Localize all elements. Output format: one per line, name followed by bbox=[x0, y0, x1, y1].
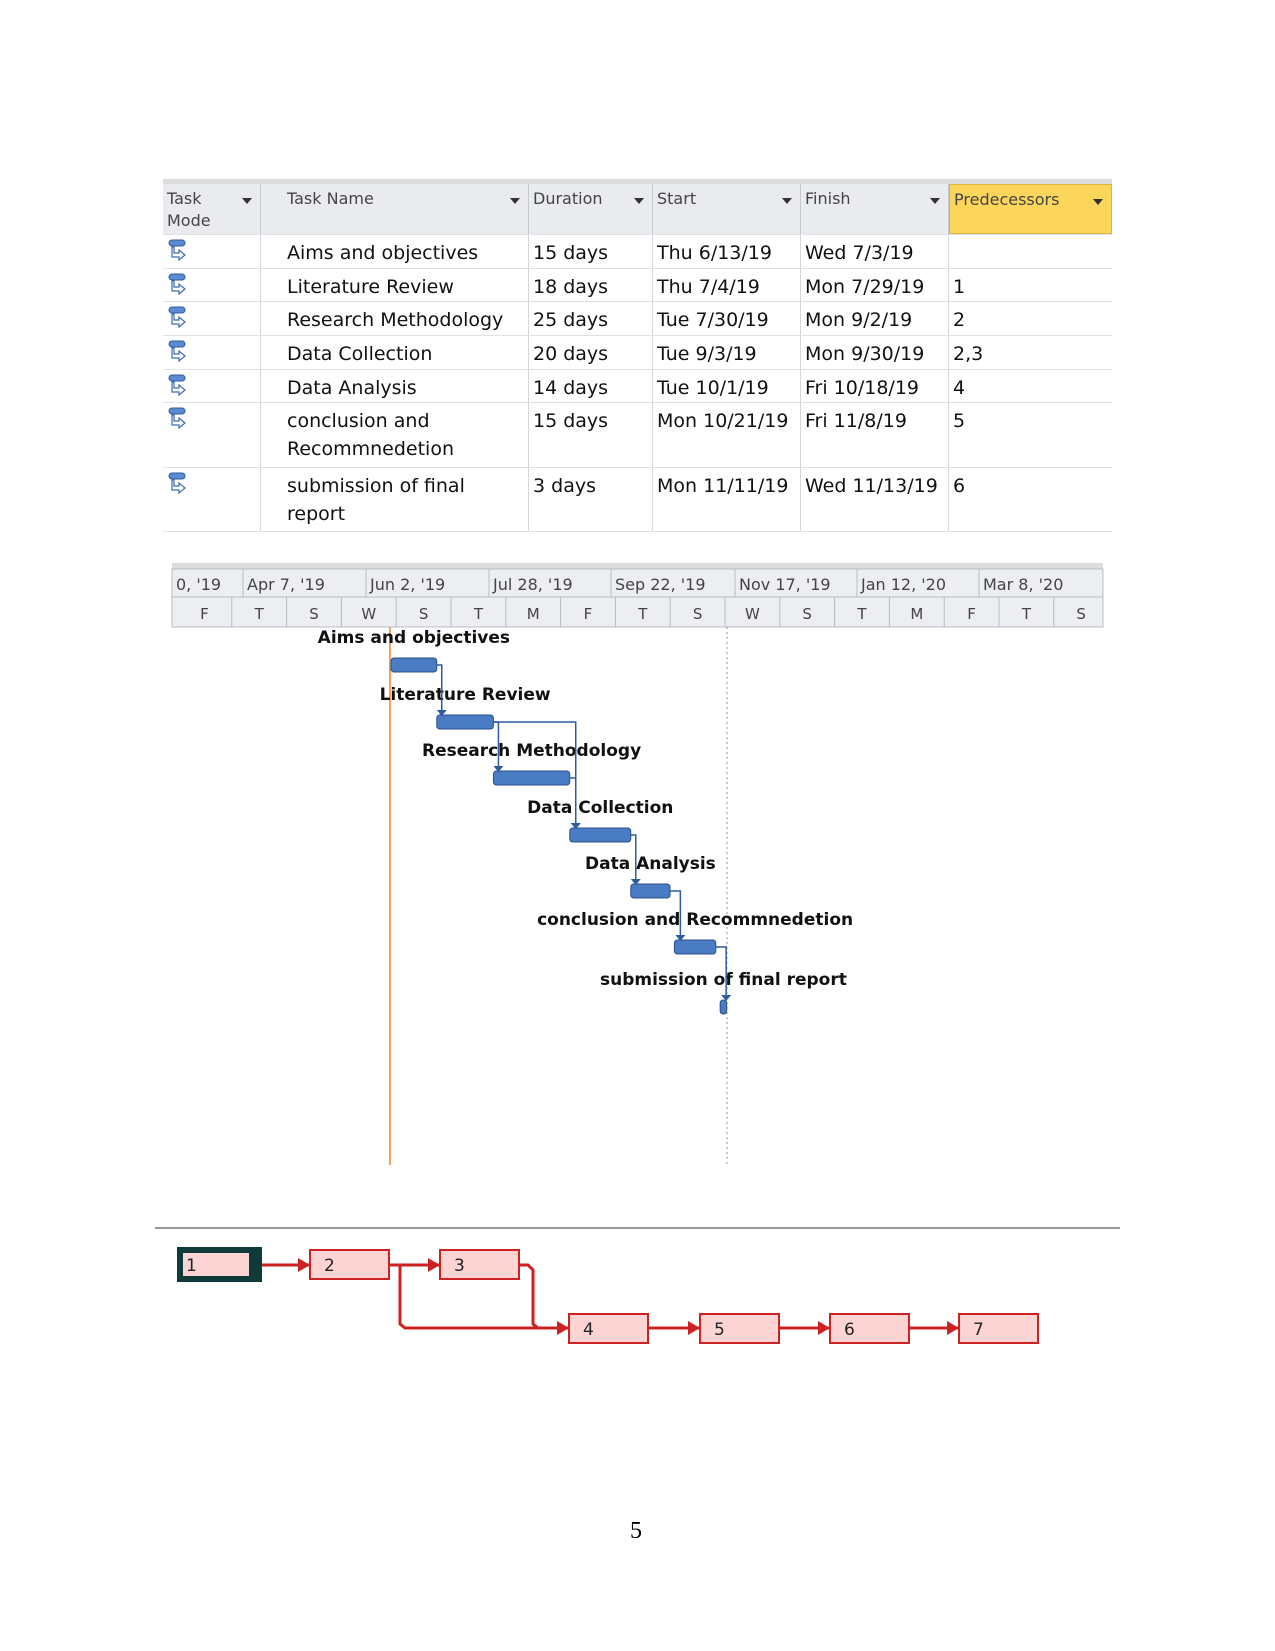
selected-node-handle bbox=[249, 1250, 259, 1279]
page-number: 5 bbox=[630, 1518, 642, 1544]
arrow-icon bbox=[298, 1258, 310, 1272]
arrow-icon bbox=[818, 1321, 830, 1335]
document-page: Task Mode Task Name Duration Start Finis… bbox=[0, 0, 1275, 1651]
network-node[interactable] bbox=[568, 1313, 649, 1344]
network-link bbox=[519, 1263, 569, 1330]
network-node[interactable] bbox=[699, 1313, 780, 1344]
network-node[interactable] bbox=[958, 1313, 1039, 1344]
network-node-label: 1 bbox=[186, 1256, 197, 1276]
arrow-icon bbox=[947, 1321, 959, 1335]
network-node-label: 4 bbox=[583, 1320, 594, 1340]
network-node-label: 6 bbox=[844, 1320, 855, 1340]
arrow-icon bbox=[557, 1321, 569, 1335]
network-node-label: 7 bbox=[973, 1320, 984, 1340]
network-node-label: 5 bbox=[714, 1320, 725, 1340]
network-node[interactable] bbox=[309, 1249, 390, 1280]
network-node-label: 2 bbox=[324, 1256, 335, 1276]
network-node-label: 3 bbox=[454, 1256, 465, 1276]
network-node[interactable] bbox=[829, 1313, 910, 1344]
arrow-icon bbox=[688, 1321, 700, 1335]
network-node[interactable] bbox=[439, 1249, 520, 1280]
network-diagram: 1 2 3 4 5 6 7 bbox=[155, 1227, 1120, 1344]
arrow-icon bbox=[428, 1258, 440, 1272]
